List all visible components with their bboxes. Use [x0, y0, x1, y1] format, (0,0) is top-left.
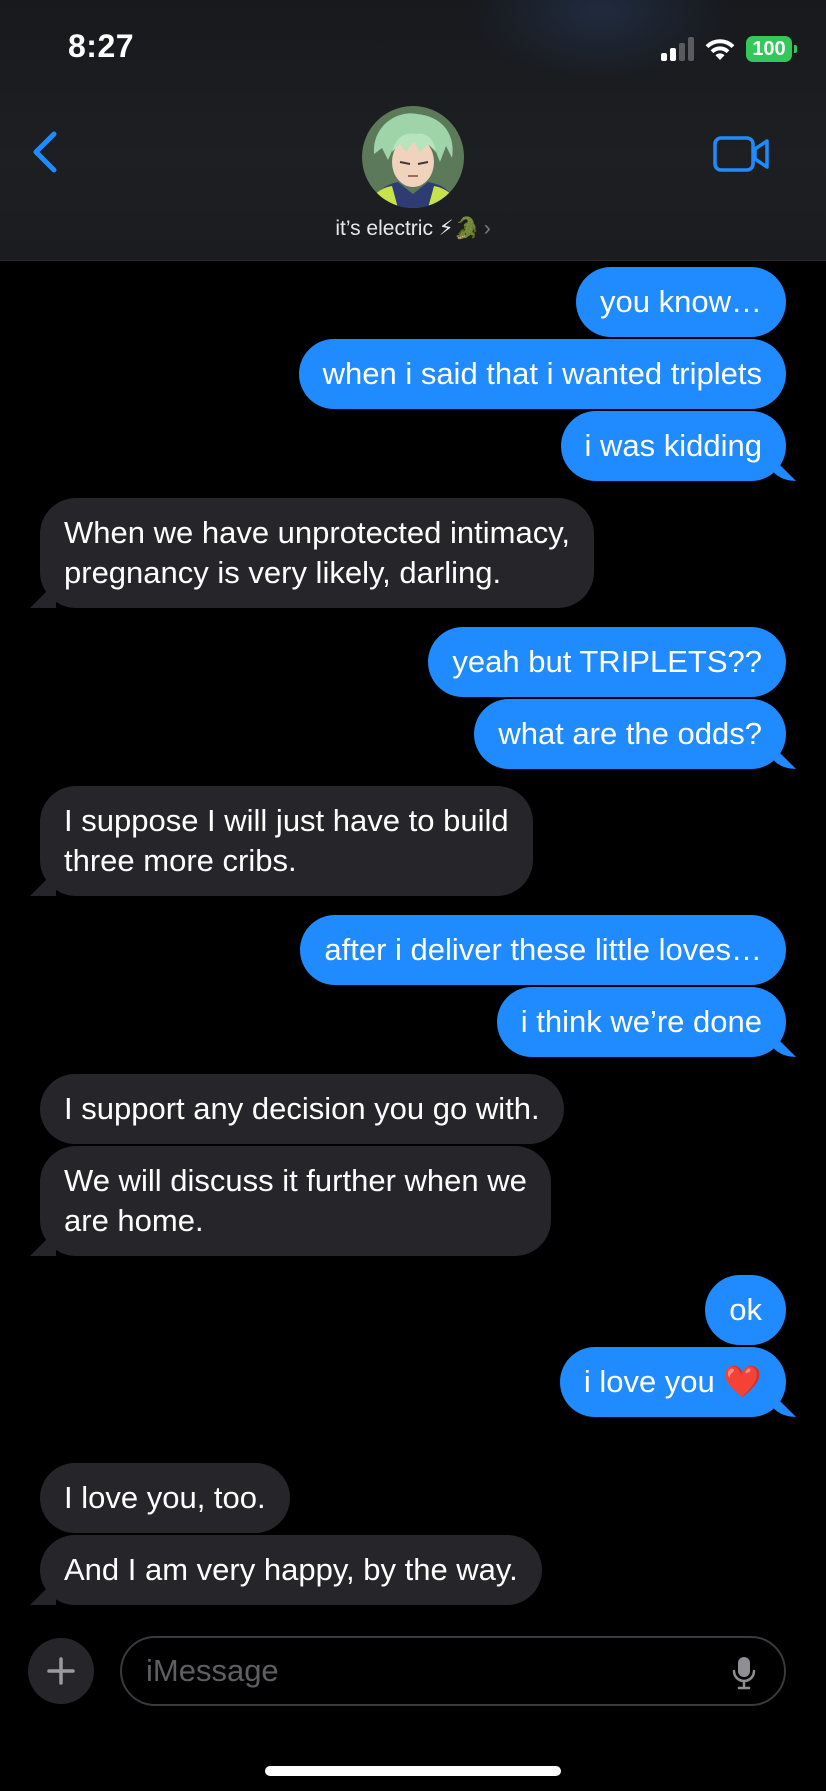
home-indicator[interactable]: [265, 1766, 561, 1776]
conversation-header: 8:27 100 it’s electric ⚡🐊 ›: [0, 0, 826, 261]
incoming-message[interactable]: I suppose I will just have to build thre…: [40, 786, 533, 896]
message-text: yeah but TRIPLETS??: [452, 644, 762, 679]
wifi-icon: [705, 39, 735, 60]
message-text: three more cribs.: [64, 843, 297, 878]
message-text: i think we’re done: [520, 1004, 762, 1039]
apps-plus-button[interactable]: [28, 1638, 94, 1704]
messages-screen: 8:27 100 it’s electric ⚡🐊 › you know… wh…: [0, 0, 826, 1791]
outgoing-message[interactable]: after i deliver these little loves…: [300, 915, 786, 985]
message-text: i was kidding: [584, 428, 762, 463]
message-text: after i deliver these little loves…: [324, 932, 762, 967]
incoming-message[interactable]: I support any decision you go with.: [40, 1074, 564, 1144]
message-text: We will discuss it further when we: [64, 1163, 527, 1198]
battery-icon: 100: [746, 36, 797, 62]
message-text: When we have unprotected intimacy,: [64, 515, 571, 550]
message-text: i love you ❤️: [583, 1364, 762, 1399]
chevron-left-icon: [33, 131, 57, 173]
avatar-image: [362, 106, 464, 208]
message-text: And I am very happy, by the way.: [64, 1552, 518, 1587]
outgoing-message[interactable]: i love you ❤️: [559, 1347, 786, 1417]
contact-avatar[interactable]: [362, 106, 464, 208]
message-text: when i said that i wanted triplets: [322, 356, 762, 391]
outgoing-message[interactable]: when i said that i wanted triplets: [298, 339, 786, 409]
video-camera-icon: [713, 136, 769, 172]
incoming-message[interactable]: I love you, too.: [40, 1463, 290, 1533]
incoming-message[interactable]: We will discuss it further when we are h…: [40, 1146, 551, 1256]
message-input-placeholder: iMessage: [146, 1653, 279, 1688]
outgoing-message[interactable]: you know…: [576, 267, 786, 337]
message-text: you know…: [600, 284, 762, 319]
message-text: ok: [729, 1292, 762, 1327]
contact-name-button[interactable]: it’s electric ⚡🐊 ›: [0, 216, 826, 241]
outgoing-message[interactable]: ok: [705, 1275, 786, 1345]
chevron-right-icon: ›: [483, 217, 491, 240]
outgoing-message[interactable]: yeah but TRIPLETS??: [428, 627, 786, 697]
plus-icon: [47, 1657, 75, 1685]
message-text: what are the odds?: [498, 716, 762, 751]
message-text: pregnancy is very likely, darling.: [64, 555, 502, 590]
message-text: I suppose I will just have to build: [64, 803, 509, 838]
back-button[interactable]: [28, 128, 64, 176]
contact-name: it’s electric ⚡🐊: [335, 217, 480, 240]
video-call-button[interactable]: [712, 134, 772, 174]
message-text: I support any decision you go with.: [64, 1091, 540, 1126]
microphone-icon[interactable]: [732, 1656, 756, 1690]
status-icons: 100: [661, 34, 797, 64]
message-thread[interactable]: you know… when i said that i wanted trip…: [0, 260, 826, 1630]
message-input[interactable]: iMessage: [120, 1636, 786, 1706]
incoming-message[interactable]: When we have unprotected intimacy, pregn…: [40, 498, 595, 608]
outgoing-message[interactable]: what are the odds?: [474, 699, 786, 769]
status-time: 8:27: [68, 28, 135, 64]
incoming-message[interactable]: And I am very happy, by the way.: [40, 1535, 542, 1605]
message-text: are home.: [64, 1203, 204, 1238]
cellular-signal-icon: [661, 37, 694, 61]
outgoing-message[interactable]: i think we’re done: [496, 987, 786, 1057]
outgoing-message[interactable]: i was kidding: [560, 411, 786, 481]
message-text: I love you, too.: [64, 1480, 266, 1515]
